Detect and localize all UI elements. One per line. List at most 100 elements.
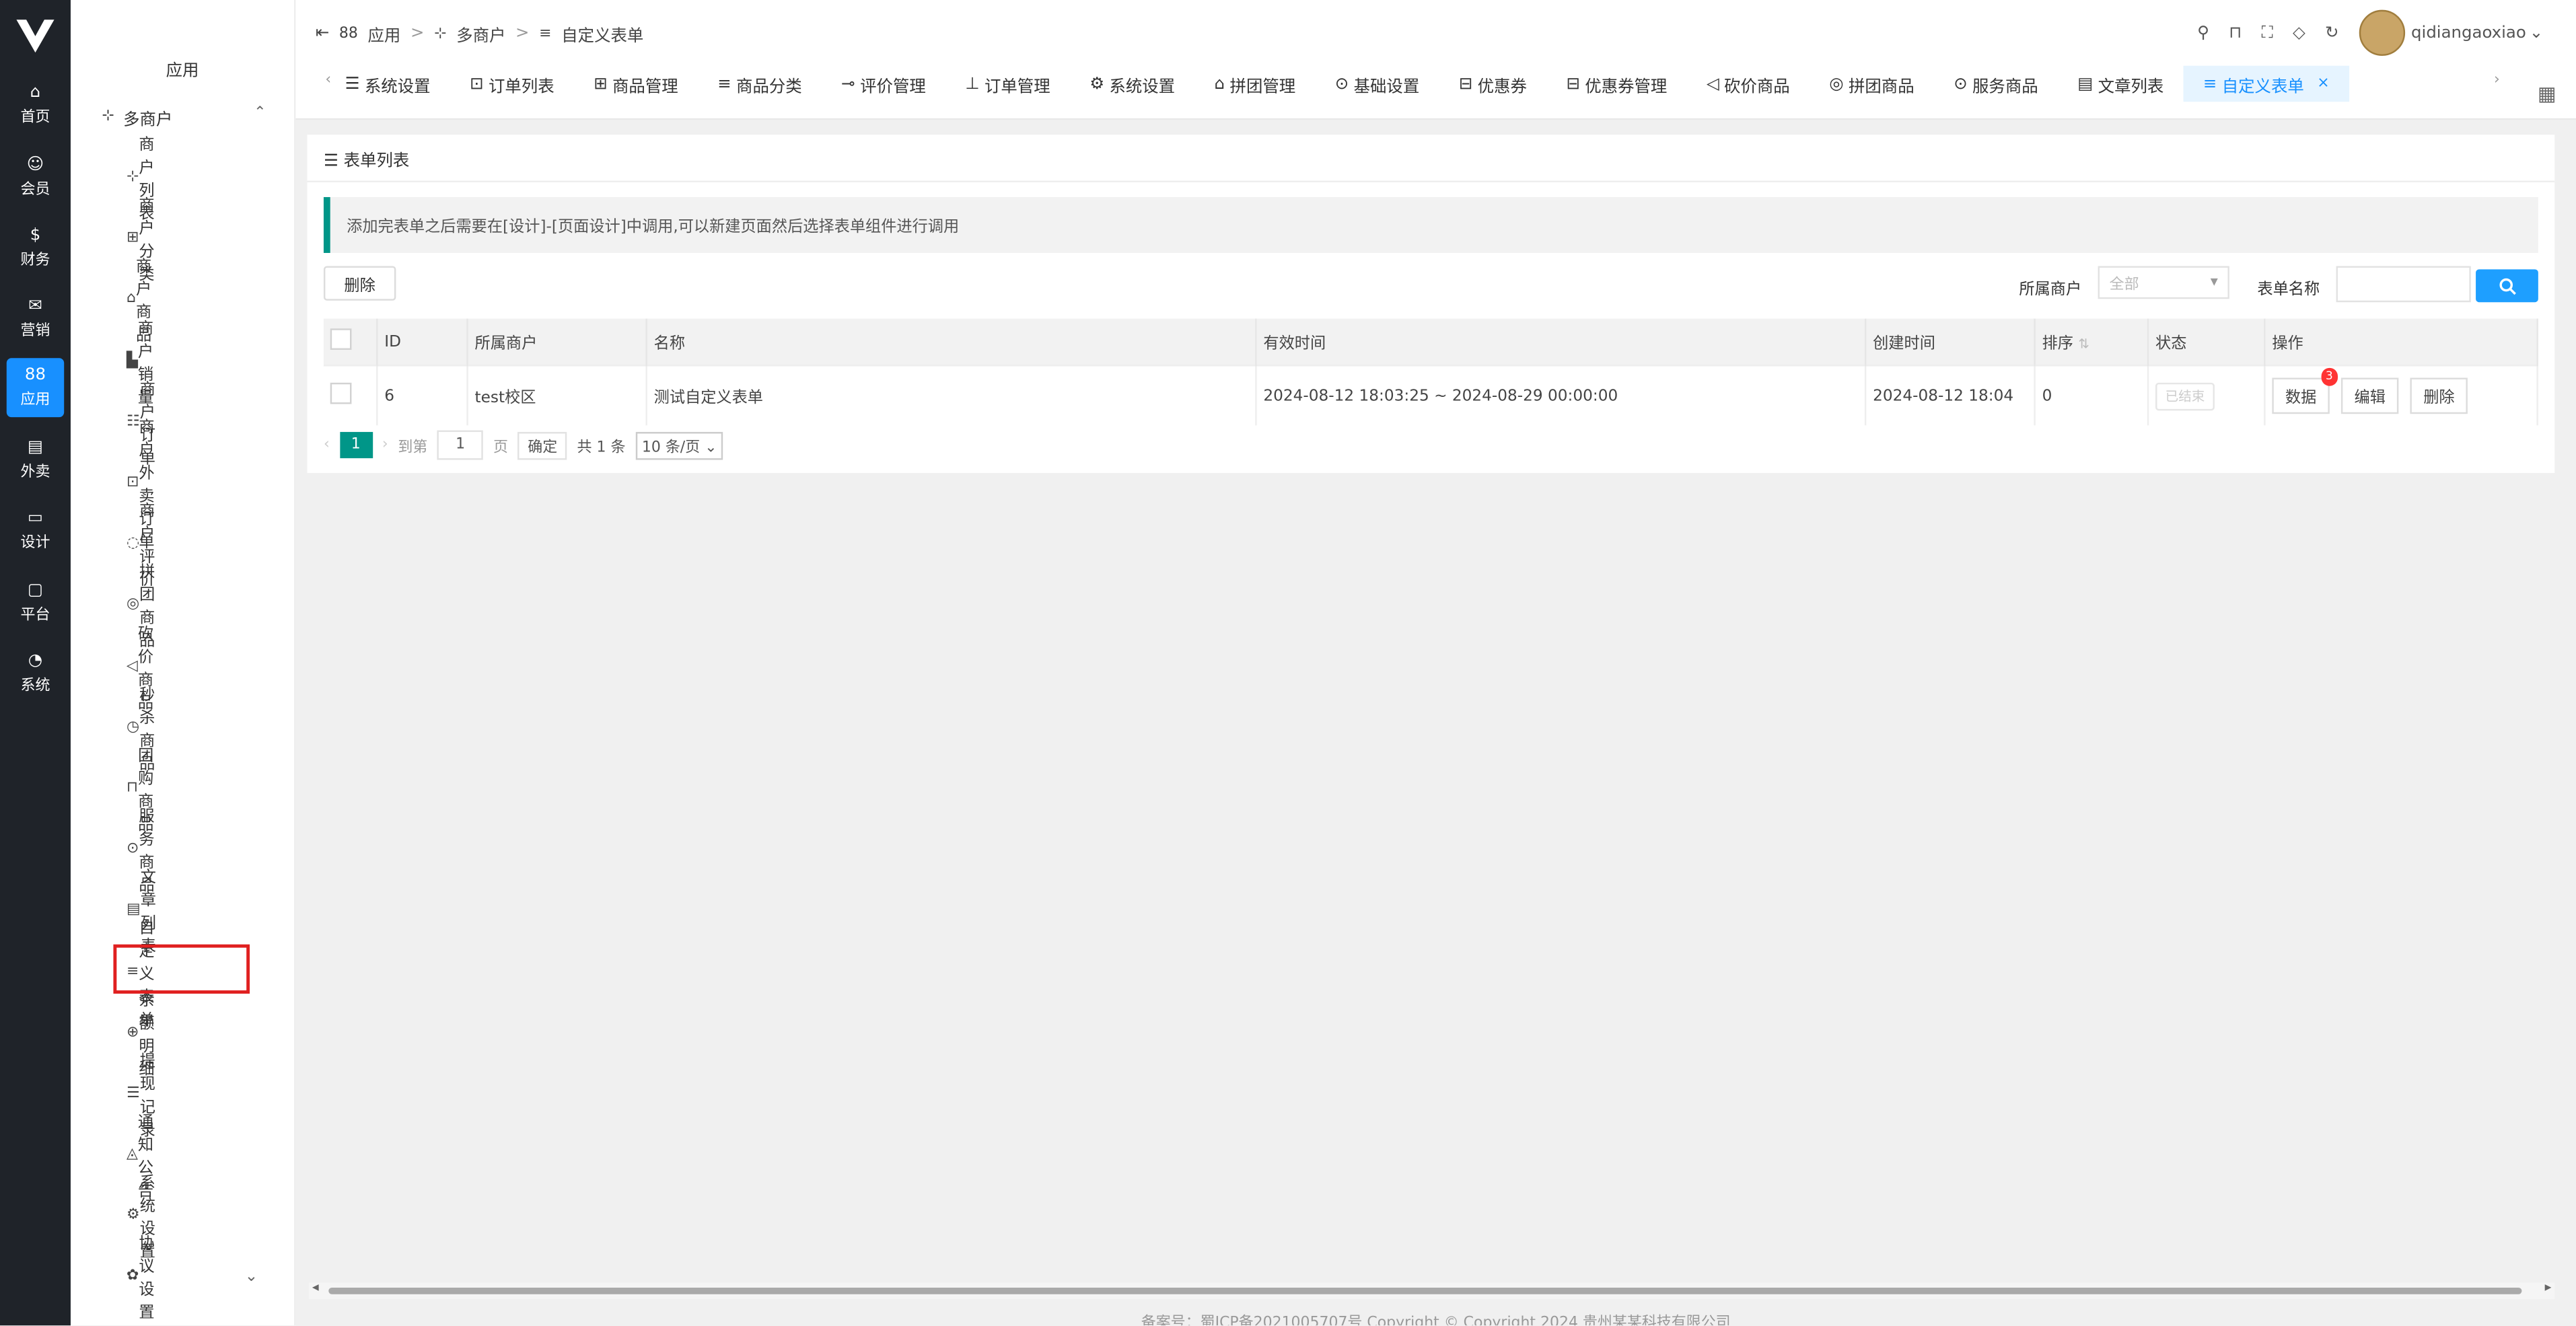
close-icon[interactable]: × [2317,75,2329,91]
rail-item-8[interactable]: ◔ 系统 [7,644,64,703]
merchant-group-icon: ⊹ [102,108,114,125]
rail-item-2[interactable]: $ 财务 [7,219,64,278]
sidebar-item-9[interactable]: ◷ 秒杀商品 [127,686,162,773]
rail-item-1[interactable]: ☺ 会员 [7,148,64,207]
col-id: ID [377,318,468,366]
rail-item-0[interactable]: ⌂ 首页 [7,75,64,135]
merchant-filter-label: 所属商户 [2019,281,2082,299]
link-icon[interactable]: ⚲ [2197,24,2209,42]
sidebar-item-0[interactable]: ⊹ 商户列表 [127,137,162,223]
tab-0[interactable]: ☰ 系统设置 [325,66,450,102]
horizontal-scrollbar[interactable]: ◂ ▸ [308,1280,2555,1300]
theme-icon[interactable]: ◇ [2293,24,2305,42]
breadcrumb-item-merchant[interactable]: 多商户 [456,22,505,46]
sidebar-item-7[interactable]: ◎ 拼团商品 [126,564,162,651]
row-delete-button[interactable]: 删除 [2410,377,2468,414]
tab-icon: ≡ [717,75,731,93]
page-size-select[interactable]: 10 条/页 ⌄ [635,431,724,459]
goto-confirm-button[interactable]: 确定 [517,431,567,459]
avatar[interactable] [2358,9,2405,57]
tab-14[interactable]: ▤ 文章列表 [2058,66,2184,102]
scrollbar-thumb[interactable] [328,1288,2522,1294]
collapse-menu-icon[interactable]: ⇤ [316,25,329,43]
rail-item-7[interactable]: ▢ 平台 [7,573,64,632]
tab-6[interactable]: ⚙ 系统设置 [1070,66,1194,102]
sidebar-group-merchant[interactable]: ⊹ 多商户 ⌃ [102,105,266,128]
grid-menu-icon[interactable]: ▦ [2538,82,2556,105]
sidebar-header: 应用 [166,62,199,81]
apps-icon: 88 [338,25,358,42]
chevron-down-icon: ▾ [2210,274,2218,291]
form-name-input[interactable] [2336,266,2471,303]
delete-button[interactable]: 删除 [323,266,396,301]
chevron-down-icon[interactable]: ⌄ [2530,24,2543,42]
tab-icon: ⌂ [1214,75,1225,93]
tab-5[interactable]: ⊥ 订单管理 [945,66,1070,102]
tabs-scroll-right-icon[interactable]: › [2494,72,2500,88]
goto-page-input[interactable]: 1 [437,430,484,460]
rail-item-3[interactable]: ✉ 营销 [7,289,64,348]
data-button[interactable]: 数据 3 [2272,367,2338,414]
sidebar-item-icon: ⊞ [126,230,139,247]
data-button-label: 数据 [2285,389,2317,408]
rail-item-4[interactable]: 88 应用 [6,358,65,418]
next-page-icon[interactable]: › [382,437,388,453]
sidebar-item-10[interactable]: ⊓ 团购商品 [127,747,162,834]
tab-9[interactable]: ⊟ 优惠券 [1439,66,1547,102]
sidebar-item-icon: ▙ [126,352,138,369]
merchant-filter-select[interactable]: 全部 ▾ [2098,266,2229,299]
prev-page-icon[interactable]: ‹ [324,437,330,453]
tab-label: 商品管理 [612,77,678,96]
finance-icon: $ [30,225,41,244]
tab-4[interactable]: ⊸ 评价管理 [822,66,945,102]
sidebar-item-17[interactable]: ⚙ 系统设置 [127,1175,162,1262]
sidebar-item-3[interactable]: ▙ 商户销量 [126,320,162,406]
row-select-cell [323,364,378,426]
fullscreen-icon[interactable]: ⛶ [2262,24,2273,42]
sidebar-item-18[interactable]: ✿ 协议设置 ⌄ [127,1235,258,1322]
page-current[interactable]: 1 [339,432,373,459]
tab-15[interactable]: ≡ 自定义表单 × [2183,65,2350,102]
app-logo[interactable] [13,13,58,58]
edit-button[interactable]: 编辑 [2341,377,2399,414]
sidebar-item-2[interactable]: ⌂ 商户商品 [127,258,162,345]
search-button[interactable] [2476,269,2538,303]
goto-prefix: 到第 [398,439,428,456]
tab-3[interactable]: ≡ 商品分类 [698,66,822,102]
select-all-checkbox[interactable] [330,328,352,351]
sidebar-item-label: 协议设置 [139,1235,155,1323]
tab-10[interactable]: ⊟ 优惠券管理 [1546,66,1686,102]
sidebar-item-icon: ◎ [126,597,140,614]
col-sort[interactable]: 排序 ⇅ [2034,318,2149,366]
scroll-left-icon[interactable]: ◂ [312,1280,319,1294]
rail-item-6[interactable]: ▭ 设计 [7,501,64,560]
tab-12[interactable]: ◎ 拼团商品 [1810,66,1934,102]
sort-icon[interactable]: ⇅ [2078,336,2089,351]
footer: 备案号：蜀ICP备2021005707号 Copyright © Copyrig… [1141,1315,1731,1326]
username[interactable]: qidiangaoxiao [2411,24,2526,42]
col-valid-time: 有效时间 [1256,318,1867,366]
breadcrumb-item-apps[interactable]: 应用 [367,22,400,46]
tab-11[interactable]: ◁ 砍价商品 [1687,66,1810,102]
sidebar-item-11[interactable]: ⊙ 服务商品 [127,809,162,895]
sidebar-item-icon: ◬ [126,1146,138,1163]
refresh-icon[interactable]: ↻ [2325,24,2338,42]
sidebar-item-16[interactable]: ◬ 通知公告 [126,1114,162,1201]
tab-13[interactable]: ⊙ 服务商品 [1934,66,2058,102]
scroll-right-icon[interactable]: ▸ [2545,1280,2552,1294]
tab-2[interactable]: ⊞ 商品管理 [574,66,698,102]
rail-item-5[interactable]: ▤ 外卖 [7,431,64,490]
cell-created: 2024-08-12 18:04 [1865,364,2036,426]
tab-1[interactable]: ⊡ 订单列表 [450,66,574,102]
lock-icon[interactable]: ⊓ [2229,24,2242,42]
sidebar-item-1[interactable]: ⊞ 商户分类 [126,197,162,284]
cell-sort: 0 [2034,364,2149,426]
tab-8[interactable]: ⊙ 基础设置 [1315,66,1439,102]
tab-7[interactable]: ⌂ 拼团管理 [1194,66,1315,102]
sidebar-item-14[interactable]: ⊕ 余额明细 [127,992,162,1078]
row-checkbox[interactable] [330,382,352,404]
sidebar-item-5[interactable]: ⊡ 商户外卖订单 [127,419,162,552]
sidebar-item-8[interactable]: ◁ 砍价商品 [127,625,162,712]
sidebar-item-6[interactable]: ◌ 商户评价 [127,503,162,590]
sidebar-item-15[interactable]: ☰ 提现记录 [127,1053,162,1140]
